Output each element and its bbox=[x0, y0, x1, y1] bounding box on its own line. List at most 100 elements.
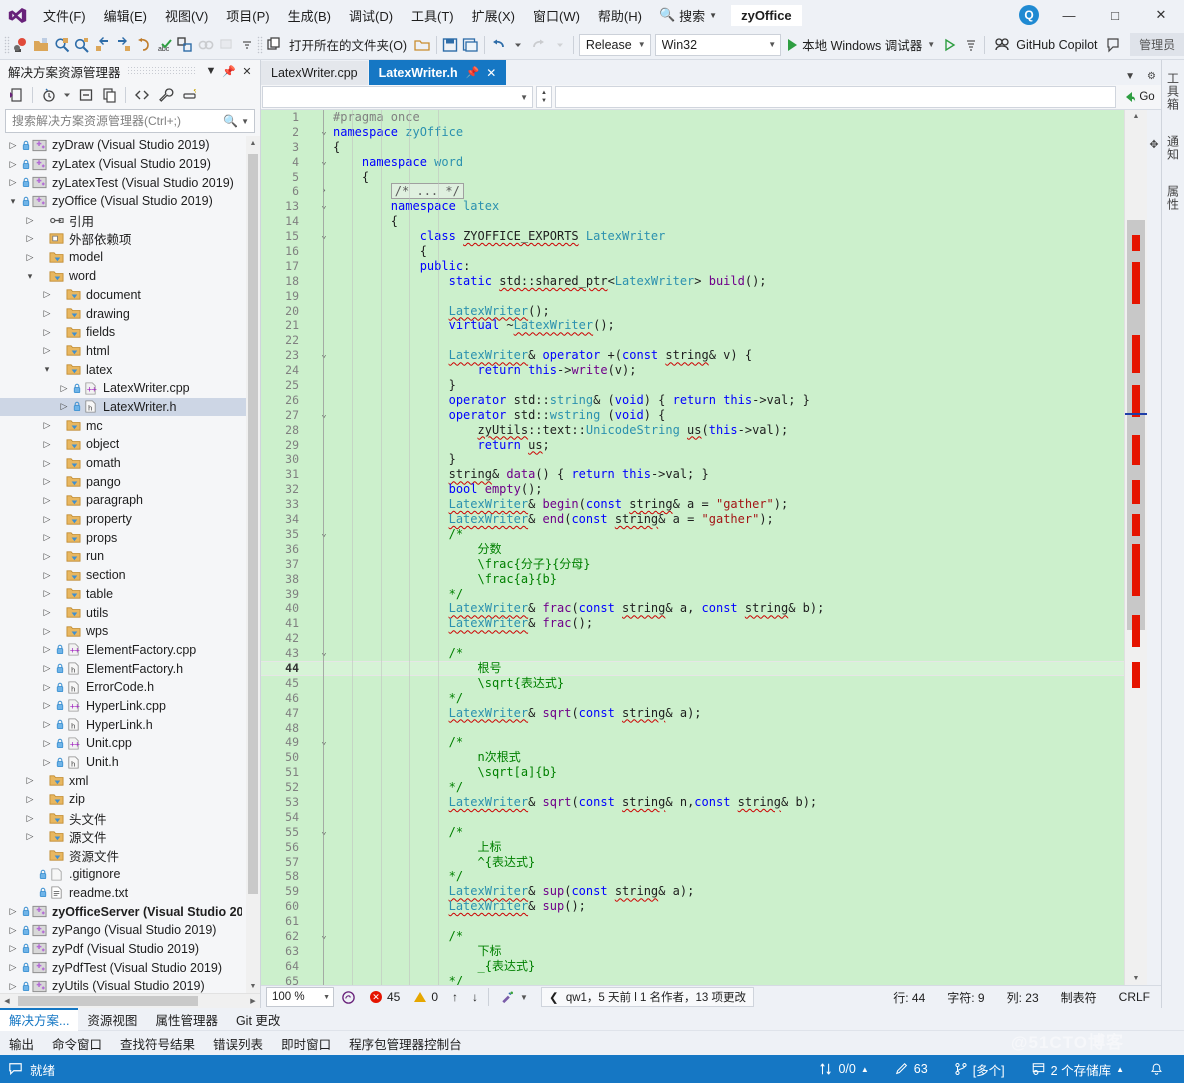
tree-item[interactable]: ▷property bbox=[0, 510, 246, 529]
chevron-right-icon[interactable]: ▷ bbox=[40, 514, 54, 525]
tree-item[interactable]: ▷run bbox=[0, 547, 246, 566]
navigate-backward-icon[interactable] bbox=[10, 33, 31, 56]
tree-item[interactable]: ▷html bbox=[0, 342, 246, 361]
code-line[interactable]: 13⌄ namespace latex bbox=[261, 199, 1124, 214]
tree-item[interactable]: ▷mc bbox=[0, 416, 246, 435]
comment-icon[interactable] bbox=[195, 33, 216, 56]
fold-toggle-icon[interactable]: ⌄ bbox=[317, 527, 331, 542]
next-issue-button[interactable]: ↓ bbox=[465, 990, 485, 1004]
menu-project[interactable]: 项目(P) bbox=[217, 2, 278, 29]
code-line[interactable]: 33 LatexWriter& begin(const string& a = … bbox=[261, 497, 1124, 512]
save-icon[interactable] bbox=[440, 33, 461, 56]
chevron-right-icon[interactable]: ▷ bbox=[23, 794, 37, 805]
fold-toggle-icon[interactable]: ⌄ bbox=[317, 155, 331, 170]
code-line[interactable]: 26 operator std::string& (void) { return… bbox=[261, 393, 1124, 408]
error-marker[interactable] bbox=[1132, 435, 1140, 465]
navigate-forward-icon[interactable] bbox=[113, 33, 134, 56]
tree-item[interactable]: ▾latex bbox=[0, 360, 246, 379]
dock-tab-property-manager[interactable]: 属性管理器 bbox=[146, 1008, 227, 1031]
chevron-right-icon[interactable]: ▷ bbox=[40, 626, 54, 637]
tree-item[interactable]: ▷hLatexWriter.h bbox=[0, 398, 246, 417]
fold-toggle-icon[interactable]: ⌄ bbox=[317, 408, 331, 423]
code-line[interactable]: 60 LatexWriter& sup(); bbox=[261, 899, 1124, 914]
code-line[interactable]: 41 LatexWriter& frac(); bbox=[261, 616, 1124, 631]
code-line[interactable]: 23⌄ LatexWriter& operator +(const string… bbox=[261, 348, 1124, 363]
code-editor[interactable]: 1#pragma once2⌄namespace zyOffice3{4⌄ na… bbox=[261, 110, 1161, 985]
chevron-right-icon[interactable]: ▷ bbox=[6, 981, 20, 992]
tree-item[interactable]: ▷document bbox=[0, 286, 246, 305]
tree-item[interactable]: ▷++LatexWriter.cpp bbox=[0, 379, 246, 398]
chevron-right-icon[interactable]: ▷ bbox=[40, 607, 54, 618]
feedback-icon[interactable] bbox=[1104, 33, 1125, 56]
open-folder-icon[interactable] bbox=[263, 33, 284, 56]
redo-dropdown-icon[interactable] bbox=[549, 33, 570, 56]
tree-item[interactable]: ▷引用 bbox=[0, 211, 246, 230]
code-line[interactable]: 35⌄ /* bbox=[261, 527, 1124, 542]
chevron-right-icon[interactable]: ▷ bbox=[40, 644, 54, 655]
error-marker[interactable] bbox=[1132, 235, 1140, 251]
scroll-up-icon[interactable]: ▲ bbox=[246, 136, 260, 150]
code-line[interactable]: 47 LatexWriter& sqrt(const string& a); bbox=[261, 706, 1124, 721]
code-line[interactable]: 5 { bbox=[261, 170, 1124, 185]
error-marker[interactable] bbox=[1132, 480, 1140, 504]
search-input[interactable] bbox=[6, 114, 220, 128]
toolbar-grip-2[interactable] bbox=[257, 36, 263, 54]
scroll-right-icon[interactable]: ▶ bbox=[246, 997, 260, 1005]
chevron-right-icon[interactable]: ▷ bbox=[40, 738, 54, 749]
git-sync-status[interactable]: 0/0 ▲ bbox=[806, 1062, 881, 1076]
warning-count[interactable]: 0 bbox=[407, 990, 445, 1004]
panel-menu-icon[interactable]: ▼ bbox=[202, 62, 220, 80]
code-cleanup-button[interactable]: ▼ bbox=[492, 990, 535, 1005]
tree-item[interactable]: ▷zyPdfTest (Visual Studio 2019) bbox=[0, 958, 246, 977]
intellisense-status-icon[interactable] bbox=[334, 990, 363, 1005]
error-marker[interactable] bbox=[1132, 335, 1140, 373]
code-line[interactable]: 61 bbox=[261, 914, 1124, 929]
fold-toggle-icon[interactable]: › bbox=[317, 184, 331, 199]
code-line[interactable]: 14 { bbox=[261, 214, 1124, 229]
tree-item[interactable]: ▷section bbox=[0, 566, 246, 585]
undo-last-action-icon[interactable] bbox=[134, 33, 155, 56]
solution-platform-combo[interactable]: Win32 ▼ bbox=[655, 34, 781, 56]
tree-item[interactable]: ▷zyDraw (Visual Studio 2019) bbox=[0, 136, 246, 155]
chevron-right-icon[interactable]: ▷ bbox=[40, 327, 54, 338]
code-line[interactable]: 6› /* ... */ bbox=[261, 184, 1124, 199]
code-line[interactable]: 64 _{表达式} bbox=[261, 959, 1124, 974]
type-dropdown[interactable]: ▼ bbox=[262, 86, 533, 108]
menu-view[interactable]: 视图(V) bbox=[156, 2, 217, 29]
chevron-right-icon[interactable]: ▷ bbox=[40, 458, 54, 469]
editor-splitter[interactable]: ✥ bbox=[1147, 110, 1161, 985]
chevron-down-icon[interactable]: ▾ bbox=[6, 196, 20, 207]
error-marker[interactable] bbox=[1132, 262, 1140, 304]
code-line[interactable]: 58 */ bbox=[261, 869, 1124, 884]
menu-build[interactable]: 生成(B) bbox=[279, 2, 340, 29]
dock-tab-class-view[interactable]: 资源视图 bbox=[78, 1008, 146, 1031]
dock-tab-immediate-window[interactable]: 即时窗口 bbox=[272, 1032, 340, 1055]
tree-item[interactable]: ▷zyUtils (Visual Studio 2019) bbox=[0, 977, 246, 993]
open-containing-folder-label[interactable]: 打开所在的文件夹(O) bbox=[284, 35, 412, 54]
code-line[interactable]: 56 上标 bbox=[261, 840, 1124, 855]
global-search[interactable]: 🔍 搜索 ▼ bbox=[651, 4, 725, 27]
chevron-right-icon[interactable]: ▷ bbox=[40, 663, 54, 674]
properties-icon[interactable] bbox=[154, 84, 177, 106]
code-line[interactable]: 59 LatexWriter& sup(const string& a); bbox=[261, 884, 1124, 899]
chevron-down-icon[interactable]: ▾ bbox=[40, 364, 54, 375]
pending-changes-icon[interactable] bbox=[37, 84, 60, 106]
chevron-right-icon[interactable]: ▷ bbox=[40, 719, 54, 730]
menu-help[interactable]: 帮助(H) bbox=[589, 2, 651, 29]
toolbar-overflow-icon[interactable] bbox=[237, 33, 258, 56]
hscrollbar-thumb[interactable] bbox=[18, 996, 198, 1006]
tab-settings-gear-icon[interactable]: ⚙ bbox=[1144, 71, 1159, 82]
code-line[interactable]: 39 */ bbox=[261, 587, 1124, 602]
code-line[interactable]: 40 LatexWriter& frac(const string& a, co… bbox=[261, 601, 1124, 616]
tree-item[interactable]: ▷外部依赖项 bbox=[0, 229, 246, 248]
tree-item[interactable]: ▷wps bbox=[0, 622, 246, 641]
chevron-right-icon[interactable]: ▷ bbox=[40, 700, 54, 711]
menu-extensions[interactable]: 扩展(X) bbox=[463, 2, 524, 29]
tree-item[interactable]: ▷++Unit.cpp bbox=[0, 734, 246, 753]
code-line[interactable]: 25 } bbox=[261, 378, 1124, 393]
code-line[interactable]: 15⌄ class ZYOFFICE_EXPORTS LatexWriter bbox=[261, 229, 1124, 244]
scroll-up-icon[interactable]: ▲ bbox=[1125, 110, 1147, 123]
chevron-right-icon[interactable]: ▷ bbox=[40, 532, 54, 543]
code-line[interactable]: 48 bbox=[261, 721, 1124, 736]
code-line[interactable]: 30 } bbox=[261, 452, 1124, 467]
